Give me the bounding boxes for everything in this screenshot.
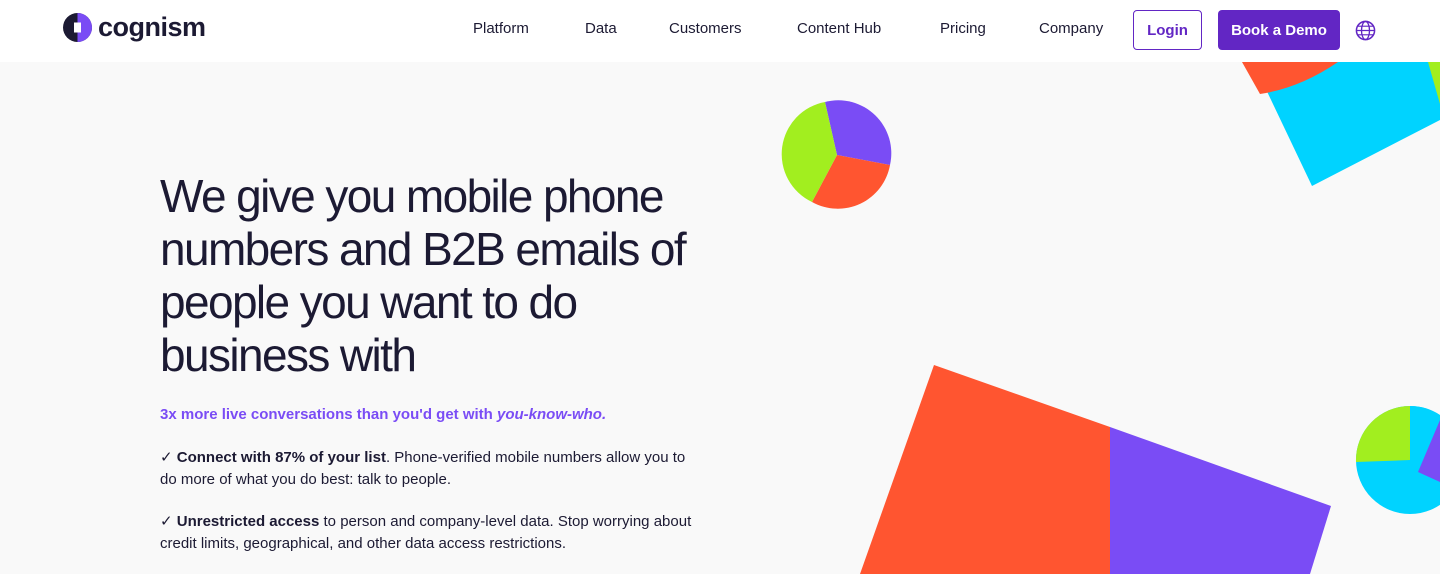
nav-customers[interactable]: Customers <box>669 19 742 39</box>
pie-circle-bottom-right <box>1355 405 1440 514</box>
logo-text: cognism <box>98 12 206 42</box>
benefit-bullet-connect: ✓ Connect with 87% of your list. Phone-v… <box>160 447 700 491</box>
nav-data[interactable]: Data <box>585 19 617 39</box>
checkmark-icon: ✓ <box>160 449 173 466</box>
nav-content-hub[interactable]: Content Hub <box>797 19 881 39</box>
globe-icon[interactable] <box>1355 20 1376 41</box>
nav-company[interactable]: Company <box>1039 19 1103 39</box>
nav-pricing[interactable]: Pricing <box>940 19 986 39</box>
benefit-bullet-access: ✓ Unrestricted access to person and comp… <box>160 511 700 555</box>
hero-tagline: 3x more live conversations than you'd ge… <box>160 405 760 425</box>
hero-title: We give you mobile phone numbers and B2B… <box>160 170 687 381</box>
tagline-emphasis: you-know-who. <box>496 406 607 423</box>
top-right-shape <box>1242 62 1440 186</box>
nav-platform[interactable]: Platform <box>473 19 529 39</box>
login-button[interactable]: Login <box>1133 10 1202 50</box>
cognism-logo[interactable]: cognism <box>63 13 206 42</box>
cognism-logo-icon <box>63 13 92 42</box>
checkmark-icon: ✓ <box>160 513 173 530</box>
site-header: cognism Platform Data Customers Content … <box>0 0 1440 62</box>
book-demo-button[interactable]: Book a Demo <box>1218 10 1340 50</box>
tagline-text: 3x more live conversations than you'd ge… <box>160 406 497 423</box>
bullet-heading: Unrestricted access <box>176 513 320 530</box>
pie-circle-top <box>781 100 892 209</box>
bullet-heading: Connect with 87% of your list <box>176 449 386 466</box>
large-quad-shape <box>860 365 1331 574</box>
